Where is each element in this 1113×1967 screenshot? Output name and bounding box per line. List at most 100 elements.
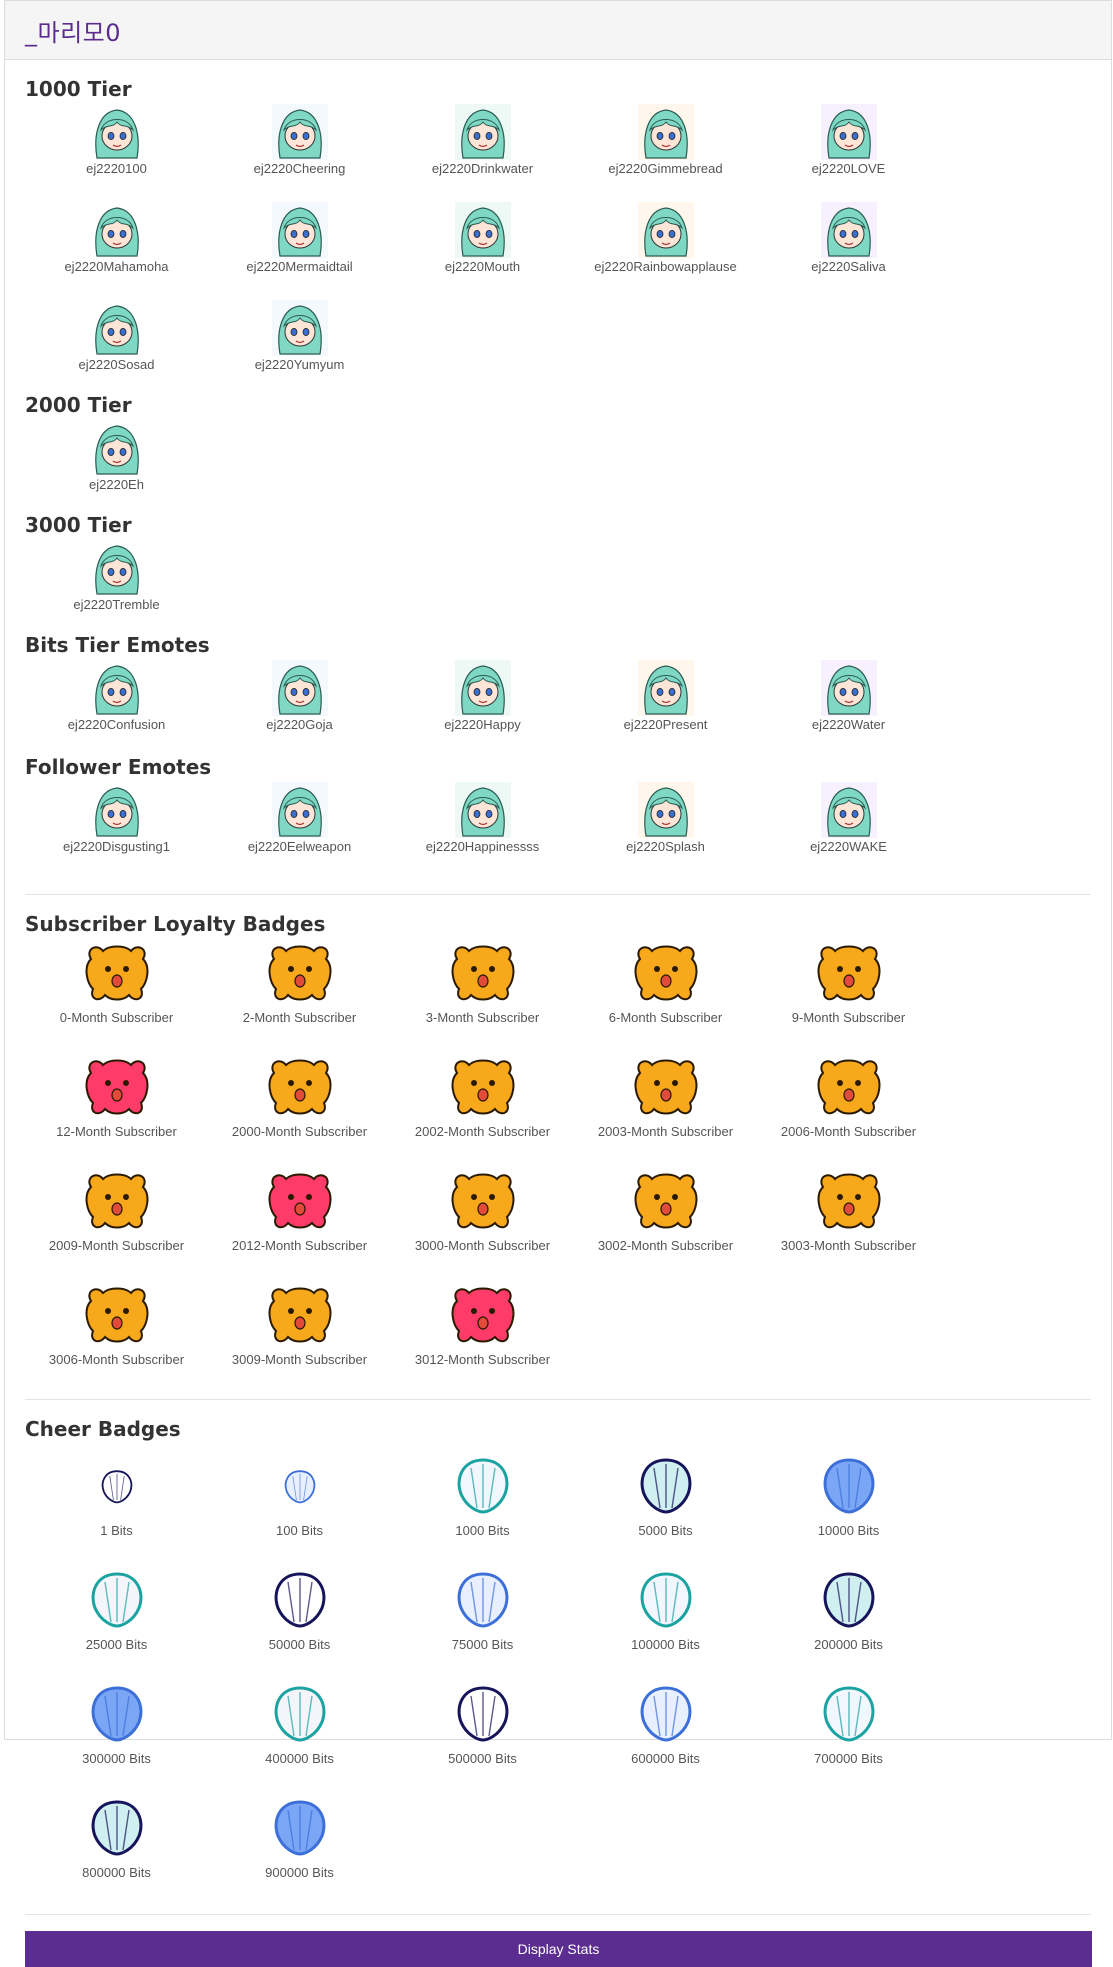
grid-follower: ej2220Disgusting1 ej2220Eelweapon ej2220Ha…	[25, 782, 1091, 880]
channel-title: _마리모0	[25, 18, 122, 47]
emote-label: ej2220Eh	[89, 477, 144, 492]
emote-item[interactable]: ej2220Mahamoha	[25, 202, 208, 300]
emote-item[interactable]: ej2220LOVE	[757, 104, 940, 202]
cheer-item[interactable]: 1 Bits	[25, 1450, 208, 1564]
emote-image	[88, 202, 145, 258]
cheer-badge-icon	[91, 1686, 142, 1742]
badge-item[interactable]: 2002-Month Subscriber	[391, 1051, 574, 1165]
section-title-loyalty: Subscriber Loyalty Badges	[25, 912, 326, 936]
badge-label: 9-Month Subscriber	[791, 1010, 906, 1025]
emote-label: ej2220Goja	[266, 717, 333, 732]
badge-item[interactable]: 3003-Month Subscriber	[757, 1165, 940, 1279]
badge-label: 3003-Month Subscriber	[780, 1238, 917, 1253]
emote-item[interactable]: ej2220Gimmebread	[574, 104, 757, 202]
badge-item[interactable]: 2009-Month Subscriber	[25, 1165, 208, 1279]
emote-item[interactable]: ej2220Present	[574, 660, 757, 758]
emote-item[interactable]: ej2220Mermaidtail	[208, 202, 391, 300]
badge-item[interactable]: 3006-Month Subscriber	[25, 1279, 208, 1393]
cheer-item[interactable]: 600000 Bits	[574, 1678, 757, 1792]
cheer-badge-icon	[823, 1686, 874, 1742]
badge-item[interactable]: 12-Month Subscriber	[25, 1051, 208, 1165]
badge-item[interactable]: 6-Month Subscriber	[574, 937, 757, 1051]
cheer-label: 10000 Bits	[817, 1523, 880, 1538]
emote-item[interactable]: ej2220Happy	[391, 660, 574, 758]
badge-item[interactable]: 3-Month Subscriber	[391, 937, 574, 1051]
cheer-item[interactable]: 500000 Bits	[391, 1678, 574, 1792]
badge-label: 6-Month Subscriber	[608, 1010, 723, 1025]
emote-item[interactable]: ej2220WAKE	[757, 782, 940, 880]
emote-image	[88, 420, 145, 476]
emote-item[interactable]: ej2220100	[25, 104, 208, 202]
emote-image	[88, 660, 145, 716]
cheer-label: 1 Bits	[100, 1523, 133, 1538]
cheer-item[interactable]: 700000 Bits	[757, 1678, 940, 1792]
badge-item[interactable]: 0-Month Subscriber	[25, 937, 208, 1051]
cheer-item[interactable]: 25000 Bits	[25, 1564, 208, 1678]
cheer-item[interactable]: 100 Bits	[208, 1450, 391, 1564]
badge-item[interactable]: 2-Month Subscriber	[208, 937, 391, 1051]
cheer-badge-icon	[823, 1458, 874, 1514]
badge-item[interactable]: 2006-Month Subscriber	[757, 1051, 940, 1165]
cheer-badge-icon	[101, 1470, 132, 1504]
emote-item[interactable]: ej2220Goja	[208, 660, 391, 758]
badge-item[interactable]: 3012-Month Subscriber	[391, 1279, 574, 1393]
emote-item[interactable]: ej2220Cheering	[208, 104, 391, 202]
emote-item[interactable]: ej2220Disgusting1	[25, 782, 208, 880]
badge-item[interactable]: 9-Month Subscriber	[757, 937, 940, 1051]
badge-item[interactable]: 2000-Month Subscriber	[208, 1051, 391, 1165]
badge-item[interactable]: 2003-Month Subscriber	[574, 1051, 757, 1165]
emote-label: ej2220Happinessss	[425, 839, 540, 854]
badge-label: 2002-Month Subscriber	[414, 1124, 551, 1139]
emote-item[interactable]: ej2220Eh	[25, 420, 208, 518]
badge-item[interactable]: 3002-Month Subscriber	[574, 1165, 757, 1279]
cheer-item[interactable]: 50000 Bits	[208, 1564, 391, 1678]
cheer-label: 1000 Bits	[455, 1523, 510, 1538]
cheer-item[interactable]: 5000 Bits	[574, 1450, 757, 1564]
subscriber-badge-icon	[634, 1173, 697, 1229]
emote-item[interactable]: ej2220Tremble	[25, 540, 208, 638]
badge-label: 3000-Month Subscriber	[414, 1238, 551, 1253]
grid-loyalty: 0-Month Subscriber 2-Month Subscriber 3-Mo…	[25, 937, 1091, 1393]
subscriber-badge-icon	[634, 945, 697, 1001]
cheer-item[interactable]: 100000 Bits	[574, 1564, 757, 1678]
emote-item[interactable]: ej2220Happinessss	[391, 782, 574, 880]
panel-content: 1000 Tier ej2220100 ej2220Cheering ej2220D…	[5, 60, 1111, 1967]
emote-item[interactable]: ej2220Yumyum	[208, 300, 391, 398]
emote-image	[637, 660, 694, 716]
emote-item[interactable]: ej2220Saliva	[757, 202, 940, 300]
badge-item[interactable]: 2012-Month Subscriber	[208, 1165, 391, 1279]
emote-label: ej2220Mouth	[444, 259, 521, 274]
emote-label: ej2220Rainbowapplause	[594, 259, 737, 274]
emote-item[interactable]: ej2220Mouth	[391, 202, 574, 300]
cheer-item[interactable]: 300000 Bits	[25, 1678, 208, 1792]
cheer-item[interactable]: 200000 Bits	[757, 1564, 940, 1678]
display-stats-button[interactable]: Display Stats	[25, 1931, 1092, 1967]
grid-cheer: 1 Bits 100 Bits 1000 Bits 5000 Bits 10000 Bi…	[25, 1450, 1091, 1906]
cheer-item[interactable]: 900000 Bits	[208, 1792, 391, 1906]
emotes-panel: _마리모0 1000 Tier ej2220100 ej2220Cheering e…	[4, 0, 1112, 1967]
emote-item[interactable]: ej2220Confusion	[25, 660, 208, 758]
subscriber-badge-icon	[817, 945, 880, 1001]
emote-label: ej2220WAKE	[810, 839, 887, 854]
grid-tier3000: ej2220Tremble	[25, 540, 1091, 638]
cheer-badge-icon	[91, 1800, 142, 1856]
cheer-item[interactable]: 400000 Bits	[208, 1678, 391, 1792]
emote-item[interactable]: ej2220Rainbowapplause	[574, 202, 757, 300]
emote-item[interactable]: ej2220Sosad	[25, 300, 208, 398]
section-title-tier1000: 1000 Tier	[25, 77, 132, 101]
emote-item[interactable]: ej2220Eelweapon	[208, 782, 391, 880]
cheer-item[interactable]: 1000 Bits	[391, 1450, 574, 1564]
emote-item[interactable]: ej2220Water	[757, 660, 940, 758]
cheer-item[interactable]: 800000 Bits	[25, 1792, 208, 1906]
emote-image	[88, 300, 145, 356]
badge-item[interactable]: 3009-Month Subscriber	[208, 1279, 391, 1393]
badge-item[interactable]: 3000-Month Subscriber	[391, 1165, 574, 1279]
cheer-item[interactable]: 75000 Bits	[391, 1564, 574, 1678]
emote-item[interactable]: ej2220Drinkwater	[391, 104, 574, 202]
emote-image	[454, 202, 511, 258]
emote-item[interactable]: ej2220Splash	[574, 782, 757, 880]
cheer-badge-icon	[640, 1686, 691, 1742]
cheer-label: 200000 Bits	[814, 1637, 883, 1652]
cheer-label: 300000 Bits	[82, 1751, 151, 1766]
cheer-item[interactable]: 10000 Bits	[757, 1450, 940, 1564]
